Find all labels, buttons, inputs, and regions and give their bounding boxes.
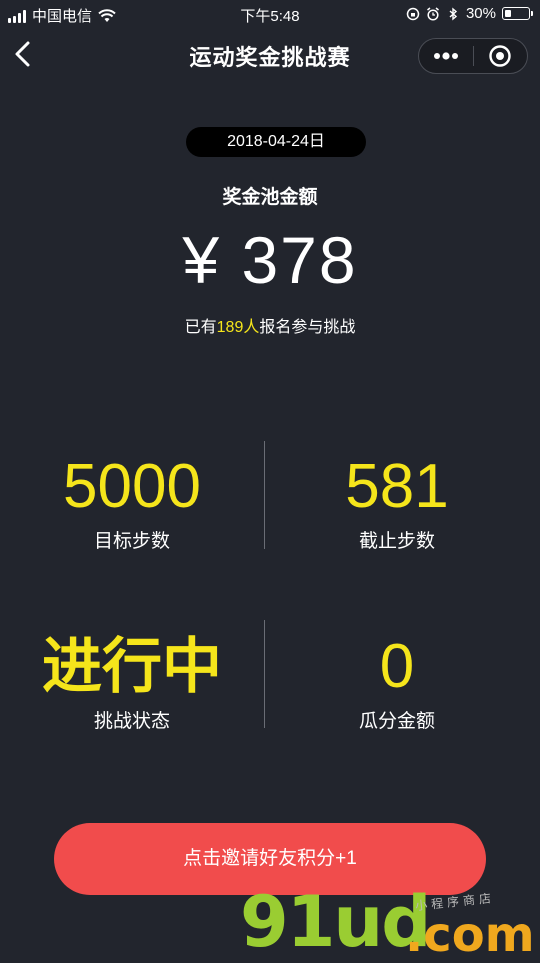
participants-text: 已有189人报名参与挑战 [0,313,540,337]
share-amount-label: 瓜分金额 [358,711,435,732]
watermark-domain: .com [405,907,535,963]
prize-pool-amount: ¥ 378 [182,223,358,297]
battery-percent: 30% [465,5,496,22]
participants-prefix: 已有 [184,319,217,336]
share-amount-stat: 0 瓜分金额 [265,632,529,733]
participants-suffix: 报名参与挑战 [259,319,356,336]
target-steps-stat: 5000 目标步数 [0,452,264,553]
challenge-status-stat: 进行中 挑战状态 [0,632,264,733]
target-steps-value: 5000 [63,452,201,521]
date-badge: 2018-04-24日 [186,127,366,157]
alarm-icon [427,6,439,21]
watermark-logo: 91ud [240,881,431,963]
target-steps-label: 目标步数 [93,531,170,552]
more-button[interactable] [419,39,473,73]
watermark: 91ud .com 小程序商店 [240,881,540,963]
nav-bar: 运动奖金挑战赛 [0,28,540,80]
participants-count: 189人 [216,319,260,336]
cutoff-steps-value: 581 [345,452,449,521]
challenge-status-label: 挑战状态 [93,711,170,732]
bluetooth-icon [449,7,458,20]
cutoff-steps-label: 截止步数 [358,531,435,552]
rotation-lock-icon [406,7,420,20]
battery-icon [502,7,533,20]
target-close-icon [489,45,511,67]
mini-program-capsule [418,38,528,74]
prize-pool-label: 奖金池金额 [222,187,318,208]
battery-fill [504,9,512,17]
share-amount-value: 0 [379,632,415,701]
more-dots-icon [433,52,458,60]
close-mini-program-button[interactable] [474,39,528,73]
cutoff-steps-stat: 581 截止步数 [265,452,529,553]
status-bar: 中国电信 下午5:48 30% [0,0,540,28]
status-right: 30% [406,5,533,22]
challenge-status-value: 进行中 [42,633,222,700]
